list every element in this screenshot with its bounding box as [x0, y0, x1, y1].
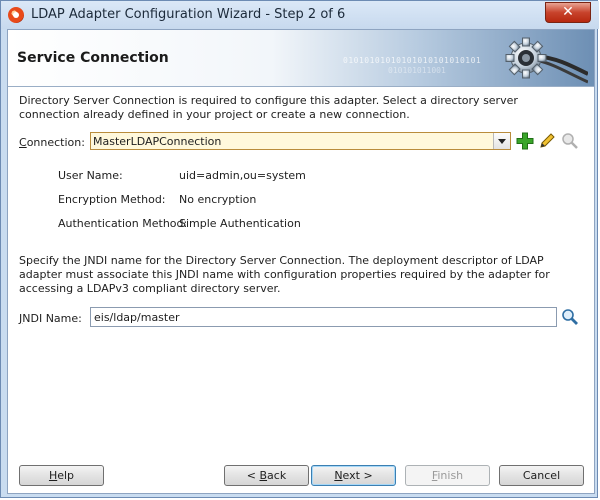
page-header: Service Connection 010101010101010101010…: [8, 30, 594, 87]
jndi-name-input[interactable]: [91, 308, 552, 326]
jndi-name-field[interactable]: [90, 307, 557, 327]
finish-button[interactable]: Finish: [405, 465, 490, 486]
page-title: Service Connection: [17, 50, 169, 66]
title-bar: LDAP Adapter Configuration Wizard - Step…: [1, 1, 599, 29]
user-name-value: uid=admin,ou=system: [179, 169, 306, 182]
authentication-method-value: Simple Authentication: [179, 217, 301, 230]
back-button[interactable]: < Back: [224, 465, 309, 486]
next-button[interactable]: Next >: [311, 465, 396, 486]
wizard-content: Service Connection 010101010101010101010…: [7, 29, 595, 494]
chevron-down-icon[interactable]: [493, 133, 510, 149]
binary-decoration: 01010101010101010101010101: [343, 56, 482, 65]
wizard-window: LDAP Adapter Configuration Wizard - Step…: [0, 0, 599, 498]
add-connection-icon[interactable]: [516, 132, 534, 150]
app-icon: [8, 7, 24, 23]
jndi-name-label: JNDI Name:: [19, 312, 82, 325]
encryption-method-value: No encryption: [179, 193, 257, 206]
user-name-label: User Name:: [58, 169, 123, 182]
window-title: LDAP Adapter Configuration Wizard - Step…: [31, 7, 346, 22]
button-bar: Help < Back Next > Finish Cancel: [8, 456, 594, 493]
authentication-method-label: Authentication Method:: [58, 217, 188, 230]
close-button[interactable]: ✕: [545, 2, 591, 23]
connection-dropdown[interactable]: MasterLDAPConnection: [90, 132, 511, 150]
browse-search-icon[interactable]: [561, 132, 579, 150]
cancel-button[interactable]: Cancel: [499, 465, 584, 486]
connection-description: Directory Server Connection is required …: [19, 94, 518, 121]
jndi-search-icon[interactable]: [561, 308, 579, 326]
connection-label: Connection:: [19, 136, 85, 149]
adapter-gear-icon: [505, 37, 588, 84]
connection-selected-value: MasterLDAPConnection: [93, 135, 222, 148]
jndi-description: Specify the JNDI name for the Directory …: [19, 254, 550, 295]
encryption-method-label: Encryption Method:: [58, 193, 166, 206]
edit-pencil-icon[interactable]: [538, 132, 556, 150]
help-button[interactable]: Help: [19, 465, 104, 486]
binary-decoration-2: 010101011001: [388, 66, 446, 75]
